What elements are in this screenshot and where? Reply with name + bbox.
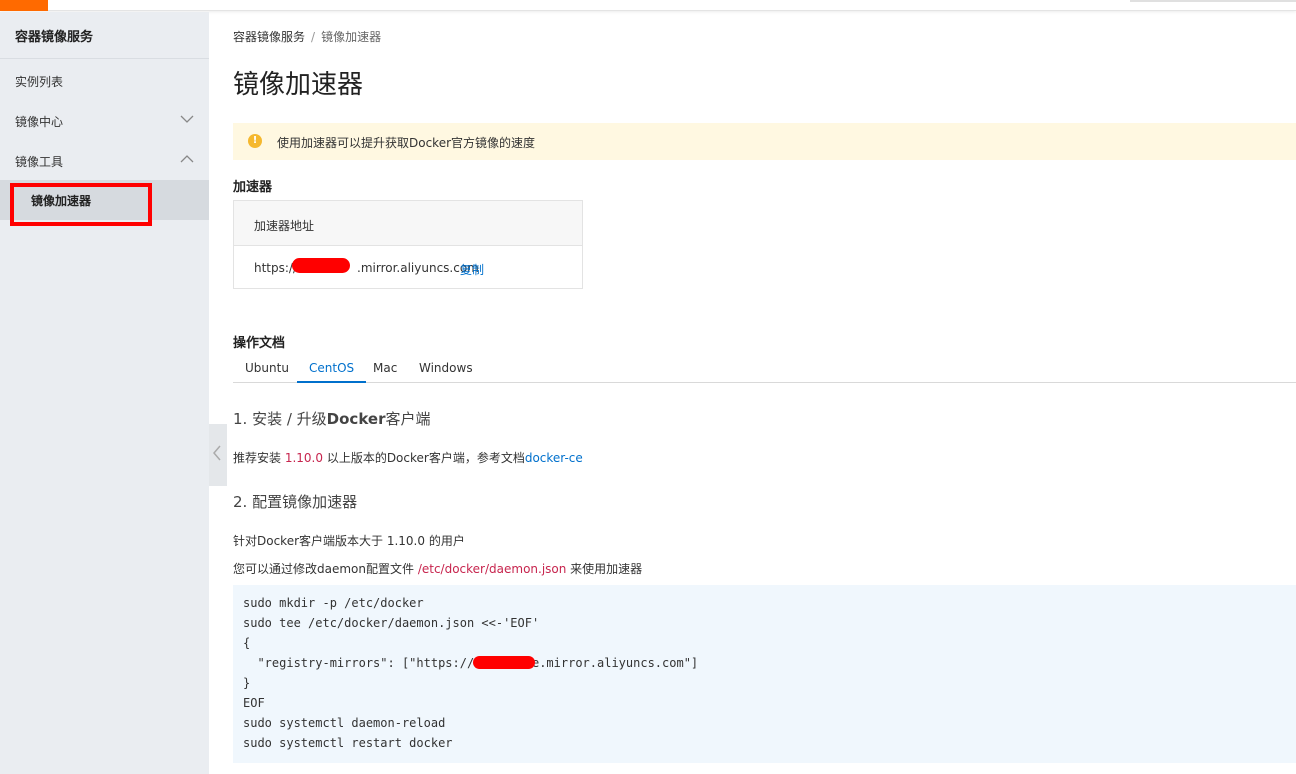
sidebar-divider — [0, 58, 209, 59]
sidebar-item-label: 实例列表 — [15, 75, 64, 89]
step2-heading: 2. 配置镜像加速器 — [233, 493, 358, 511]
main-content: 容器镜像服务 / 镜像加速器 镜像加速器 ! 使用加速器可以提升获取Docker官方… — [233, 12, 1296, 774]
top-bar — [0, 0, 1296, 11]
step2-text-1: 针对Docker客户端版本大于 1.10.0 的用户 — [233, 534, 465, 548]
breadcrumb-separator: / — [311, 30, 316, 44]
docker-ce-link[interactable]: docker-ce — [525, 451, 583, 465]
breadcrumb-current: 镜像加速器 — [321, 30, 382, 44]
sidebar-item-label: 镜像中心 — [15, 115, 64, 129]
table-row: https://.mirror.aliyuncs.com 复制 — [234, 246, 582, 289]
step2-text-2: 您可以通过修改daemon配置文件 /etc/docker/daemon.jso… — [233, 562, 643, 576]
chevron-up-icon[interactable] — [180, 153, 194, 167]
page-title: 镜像加速器 — [233, 70, 364, 100]
notice-text: 使用加速器可以提升获取Docker官方镜像的速度 — [277, 136, 536, 150]
config-path: /etc/docker/daemon.json — [417, 562, 567, 576]
redaction-mark — [292, 258, 350, 273]
code-line: { — [243, 636, 251, 650]
docs-heading: 操作文档 — [233, 336, 286, 351]
chevron-down-icon[interactable] — [180, 113, 194, 127]
tab-windows[interactable]: Windows — [419, 361, 473, 383]
step1-text: 推荐安装 1.10.0 以上版本的Docker客户端，参考文档docker-ce — [233, 451, 583, 465]
accelerator-heading: 加速器 — [233, 180, 273, 195]
code-line-mirror: "registry-mirrors": ["https://xxxxxxxxe.… — [243, 656, 699, 670]
sidebar-item-image-center[interactable]: 镜像中心 — [0, 101, 209, 141]
tab-mac[interactable]: Mac — [373, 361, 397, 383]
tab-centos[interactable]: CentOS — [297, 361, 367, 383]
sidebar: 容器镜像服务 实例列表 镜像中心 镜像工具 镜像加速器 — [0, 12, 209, 774]
redaction-mark — [473, 656, 535, 669]
step1-heading: 1. 安装 / 升级Docker客户端 — [233, 410, 431, 428]
copy-button[interactable]: 复制 — [460, 261, 484, 278]
accelerator-url: https://.mirror.aliyuncs.com — [254, 261, 479, 275]
code-line: sudo mkdir -p /etc/docker — [243, 596, 424, 610]
warning-icon: ! — [248, 134, 262, 148]
code-line: sudo systemctl daemon-reload — [243, 716, 446, 730]
top-search[interactable] — [1130, 0, 1296, 2]
os-tabs: Ubuntu CentOS Mac Windows — [233, 357, 1296, 383]
sidebar-item-label: 镜像工具 — [15, 155, 64, 169]
brand-logo[interactable] — [0, 0, 48, 11]
code-block[interactable]: sudo mkdir -p /etc/docker sudo tee /etc/… — [233, 585, 1296, 763]
accelerator-table: 加速器地址 https://.mirror.aliyuncs.com 复制 — [233, 200, 583, 289]
code-line: EOF — [243, 696, 265, 710]
url-prefix: https:// — [254, 261, 298, 275]
code-line: sudo systemctl restart docker — [243, 736, 453, 750]
sidebar-item-instances[interactable]: 实例列表 — [0, 61, 209, 101]
sidebar-title: 容器镜像服务 — [15, 30, 94, 45]
sidebar-item-image-tools[interactable]: 镜像工具 — [0, 141, 209, 181]
notice-banner: ! 使用加速器可以提升获取Docker官方镜像的速度 — [233, 123, 1296, 160]
version-number: 1.10.0 — [284, 451, 323, 465]
breadcrumb-root[interactable]: 容器镜像服务 — [233, 30, 305, 44]
breadcrumb: 容器镜像服务 / 镜像加速器 — [233, 28, 381, 45]
tab-ubuntu[interactable]: Ubuntu — [245, 361, 289, 383]
code-line: } — [243, 676, 251, 690]
chevron-left-icon — [212, 444, 222, 466]
sidebar-collapse-handle[interactable] — [209, 424, 227, 486]
highlight-annotation — [10, 183, 152, 226]
table-header: 加速器地址 — [234, 201, 582, 246]
column-header: 加速器地址 — [254, 219, 315, 233]
code-line: sudo tee /etc/docker/daemon.json <<-'EOF… — [243, 616, 540, 630]
